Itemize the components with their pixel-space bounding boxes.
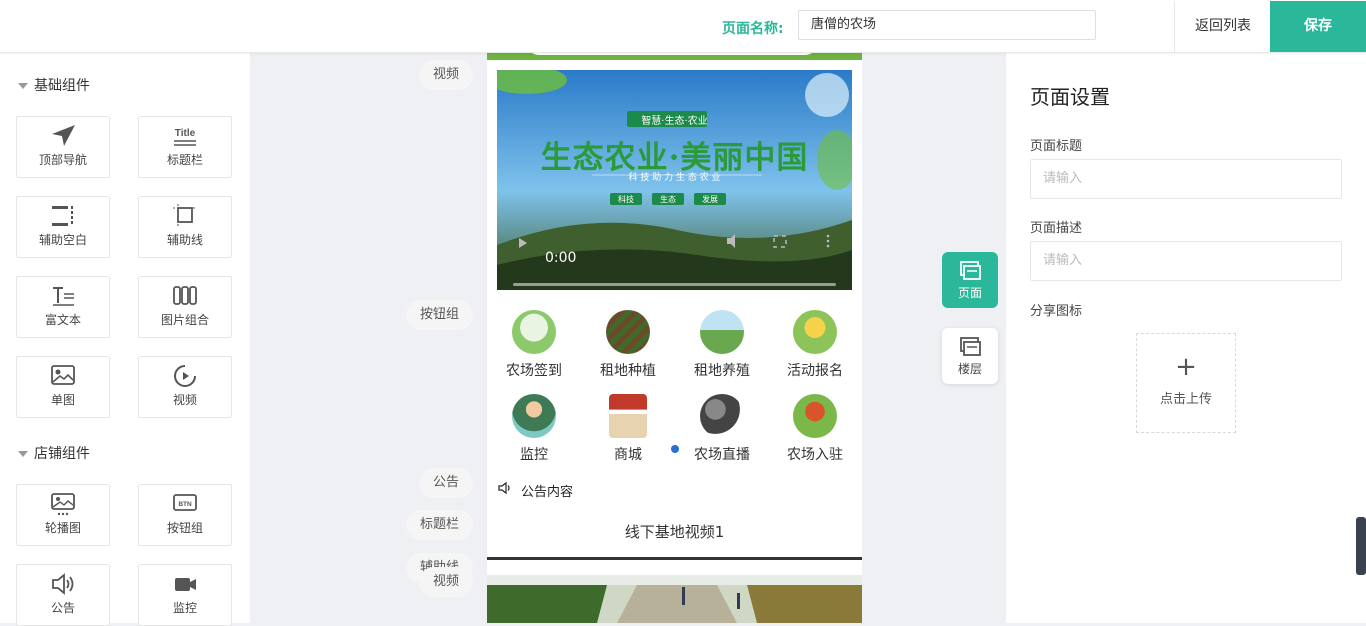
carousel-icon xyxy=(51,493,75,516)
camera-icon xyxy=(175,578,196,591)
video-player[interactable]: 智慧·生态·农业 生态农业·美丽中国 科 技 助 力 生 态 农 业 科技 生态… xyxy=(497,70,852,290)
button-farm-join[interactable]: 农场入驻 xyxy=(770,394,860,464)
page-title-input[interactable]: 请输入 xyxy=(1030,159,1342,199)
page-title-label: 页面标题 xyxy=(1030,139,1083,154)
page-icon xyxy=(960,261,981,280)
speaker-icon xyxy=(52,573,74,595)
panel-title: 页面设置 xyxy=(1030,85,1110,109)
button-group-icon: BTN xyxy=(173,494,197,511)
top-bar: 页面名称: 唐僧的农场 返回列表 保存 xyxy=(0,0,1366,53)
navigation-arrow-icon xyxy=(52,125,75,146)
component-guide-line[interactable]: 辅助线 xyxy=(138,196,232,258)
component-image-group[interactable]: 图片组合 xyxy=(138,276,232,338)
image-group-icon xyxy=(173,286,197,305)
tab-floor[interactable]: 楼层 xyxy=(942,328,998,384)
share-icon-label: 分享图标 xyxy=(1030,304,1083,319)
button-rent-planting[interactable]: 租地种植 xyxy=(583,310,673,380)
speaker-icon xyxy=(498,481,510,495)
rent-planting-icon xyxy=(606,310,650,354)
title-icon: Title xyxy=(174,128,196,146)
rent-breeding-icon xyxy=(700,310,744,354)
svg-text:Title: Title xyxy=(175,128,196,139)
section-label-notice[interactable]: 公告 xyxy=(419,468,474,498)
button-farm-checkin[interactable]: 农场签到 xyxy=(489,310,579,380)
video-icon xyxy=(174,365,196,387)
blank-space-icon xyxy=(52,206,73,226)
button-monitor[interactable]: 监控 xyxy=(489,394,579,464)
section-label-video[interactable]: 视频 xyxy=(419,60,474,90)
video-tag: 发展 xyxy=(702,195,718,204)
caret-down-icon xyxy=(18,451,28,457)
page-desc-label: 页面描述 xyxy=(1030,221,1083,236)
back-to-list-button[interactable]: 返回列表 xyxy=(1174,1,1271,52)
video-progress-bar[interactable] xyxy=(513,283,836,286)
section-label-button-group[interactable]: 按钮组 xyxy=(406,300,474,330)
phone-preview: 智慧·生态·农业 生态农业·美丽中国 科 技 助 力 生 态 农 业 科技 生态… xyxy=(487,53,862,623)
component-top-nav[interactable]: 顶部导航 xyxy=(16,116,110,178)
component-notice[interactable]: 公告 xyxy=(16,564,110,626)
notice-content: 公告内容 xyxy=(521,485,574,500)
component-title-bar[interactable]: Title 标题栏 xyxy=(138,116,232,178)
component-monitor[interactable]: 监控 xyxy=(138,564,232,626)
component-single-image[interactable]: 单图 xyxy=(16,356,110,418)
component-panel: 基础组件 顶部导航 Title 标题栏 辅助空白 辅助线 富文本 图片组合 单图… xyxy=(0,53,250,626)
event-signup-icon xyxy=(793,310,837,354)
farm-join-icon xyxy=(793,394,837,438)
svg-text:BTN: BTN xyxy=(178,501,192,508)
video-badge: 智慧·生态·农业 xyxy=(641,116,708,127)
base-video-poster[interactable] xyxy=(487,575,862,623)
cursor-dot xyxy=(671,445,679,453)
video-tag: 科技 xyxy=(618,195,634,204)
farm-checkin-icon xyxy=(512,310,556,354)
button-farm-live[interactable]: 农场直播 xyxy=(677,394,767,464)
video-tag: 生态 xyxy=(660,195,676,204)
single-image-icon xyxy=(51,365,75,385)
component-carousel[interactable]: 轮播图 xyxy=(16,484,110,546)
video-subtitle: 科 技 助 力 生 态 农 业 xyxy=(628,173,721,183)
guide-line-icon xyxy=(173,204,197,227)
floor-icon xyxy=(960,337,981,356)
guide-line xyxy=(487,557,862,560)
save-button[interactable]: 保存 xyxy=(1270,1,1366,52)
group-shop-components[interactable]: 店铺组件 xyxy=(18,443,90,463)
monitor-icon xyxy=(512,394,556,438)
caret-down-icon xyxy=(18,83,28,89)
shop-icon xyxy=(609,394,647,438)
movie-camera-icon xyxy=(700,394,744,438)
plus-icon: + xyxy=(1175,352,1197,382)
component-button-group[interactable]: BTN 按钮组 xyxy=(138,484,232,546)
section-label-title-bar[interactable]: 标题栏 xyxy=(406,510,474,540)
button-shop[interactable]: 商城 xyxy=(583,394,673,464)
title-bar-text: 线下基地视频1 xyxy=(624,523,725,541)
component-video[interactable]: 视频 xyxy=(138,356,232,418)
component-rich-text[interactable]: 富文本 xyxy=(16,276,110,338)
page-name-label: 页面名称: xyxy=(722,21,784,37)
tab-page[interactable]: 页面 xyxy=(942,252,998,308)
section-label-video-2[interactable]: 视频 xyxy=(419,567,474,597)
button-event-signup[interactable]: 活动报名 xyxy=(770,310,860,380)
group-basic-components[interactable]: 基础组件 xyxy=(18,75,90,95)
page-name-input[interactable]: 唐僧的农场 xyxy=(798,10,1096,40)
upload-button[interactable]: + 点击上传 xyxy=(1136,333,1236,433)
button-rent-breeding[interactable]: 租地养殖 xyxy=(677,310,767,380)
top-strip xyxy=(487,53,862,60)
rich-text-icon xyxy=(53,287,74,306)
page-desc-input[interactable]: 请输入 xyxy=(1030,241,1342,281)
page-settings-panel: 页面设置 页面标题 请输入 页面描述 请输入 分享图标 + 点击上传 xyxy=(1006,53,1366,623)
video-time: 0:00 xyxy=(545,250,577,266)
component-blank-space[interactable]: 辅助空白 xyxy=(16,196,110,258)
scrollbar-handle[interactable] xyxy=(1356,517,1366,575)
